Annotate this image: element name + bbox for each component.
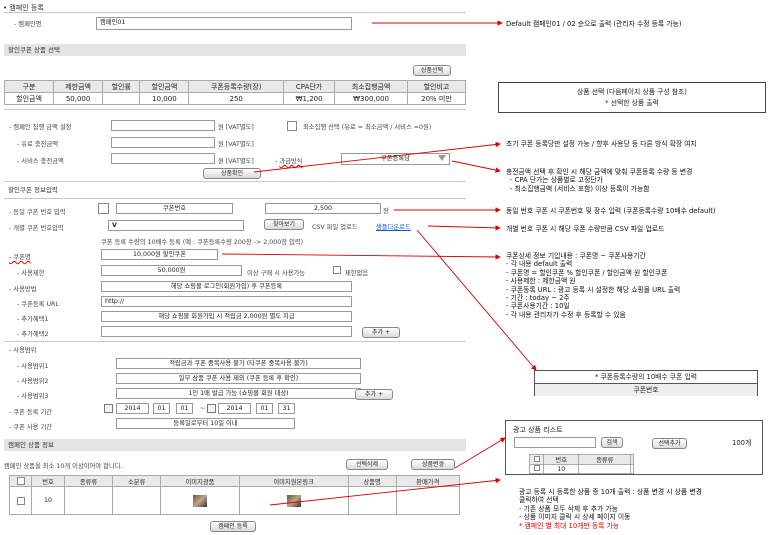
product-search-button[interactable]: 검색 (601, 437, 623, 448)
list-item-checkbox[interactable] (533, 465, 540, 471)
product-list-popup: 광고 상품 리스트 검색 선택추가 100개 번호 종류류 10 (505, 420, 763, 475)
note-line: - 기존 상품 모두 삭제 후 추가 가능 (519, 504, 618, 513)
note-line: - 쿠폰등록 URL : 광고 등록 시 설정한 해당 쇼핑몰 URL 출력 (506, 285, 681, 294)
note-charge-amount: 충전금액 선택 후 확인 시 해당 금액에 맞춰 쿠폰등록 수량 등 변경 - … (506, 168, 692, 193)
csv-sample-header: 쿠폰번호 (535, 384, 757, 396)
list-select-all (529, 454, 544, 465)
note-line: - 사용제한 : 제한금액 원 (506, 277, 576, 286)
note-line-warning: * 캠페인 별 최대 10개만 등록 가능 (519, 521, 620, 530)
note-billing: 초기 쿠폰 등록당만 설정 가능 / 향후 사용당 등 다른 방식 확장 여지 (506, 140, 697, 148)
list-category (578, 464, 632, 474)
note-line: - 쿠폰명 = 할인쿠폰 % 할인쿠폰 / 할인금액 원 할인쿠폰 (506, 268, 668, 277)
note-line: - 최소집행금액 (서비스 포함) 이상 등록이 가능함 (510, 184, 650, 193)
list-header: 번호 (542, 454, 580, 465)
list-extra (630, 464, 634, 474)
csv-sample-box: * 쿠폰등록수량의 10배수 쿠폰 입력 쿠폰번호 (534, 370, 758, 396)
product-select-note-box: 상품 선택 (다음페이지 상품 구성 참조) * 선택한 상품 출력 (498, 82, 766, 113)
list-item[interactable]: 10 (529, 464, 634, 474)
list-select-cell (529, 464, 544, 474)
note-campaign-default: Default 캠페인01 / 02 순으로 출력 (관리자 수정 등록 가능) (506, 20, 682, 28)
note-text: * 선택한 상품 출력 (605, 99, 659, 107)
note-coupon-detail: 쿠폰상세 정보 기입내용 : 쿠폰명 ~ 쿠폰사용기간 - 각 내용 defau… (506, 252, 680, 319)
product-search-input[interactable] (514, 437, 596, 448)
note-campaign-products: 광고 등록 시 등록한 상품 중 10개 출력 : 상품 변경 시 상품 변경 … (519, 488, 702, 530)
note-line: 클릭하여 선택 (519, 496, 559, 505)
product-list-table: 번호 종류류 10 (529, 454, 634, 474)
list-header: 종류류 (578, 454, 632, 465)
product-count: 100개 (732, 439, 752, 447)
note-line: - 각 내용 default 출력 (506, 260, 573, 269)
note-individual-coupon: 개별 번호 쿠폰 시 해당 쿠폰 수량만큼 CSV 파일 업로드 (506, 225, 665, 233)
product-list-title: 광고 상품 리스트 (513, 426, 563, 434)
csv-sample-title: * 쿠폰등록수량의 10배수 쿠폰 입력 (535, 371, 757, 384)
list-header (630, 454, 634, 465)
add-selected-button[interactable]: 선택추가 (652, 438, 687, 449)
note-line: - 각 내용 관리자가 수정 후 등록할 수 있음 (506, 310, 626, 319)
list-select-all-checkbox[interactable] (533, 455, 540, 462)
note-line: - 쿠폰사용기간 : 10일 (506, 302, 570, 311)
list-number: 10 (542, 464, 580, 474)
note-line: - 상품 이미지 클릭 시 상세 페이지 이동 (519, 513, 631, 522)
note-text: 상품 선택 (다음페이지 상품 구성 참조) (577, 88, 687, 96)
note-same-coupon: 동일 번호 쿠폰 시 쿠폰번호 및 장수 입력 (쿠폰등록수량 10배수 def… (506, 207, 716, 215)
note-line: - CPA 단가는 상품별로 고정단가 (510, 176, 603, 185)
